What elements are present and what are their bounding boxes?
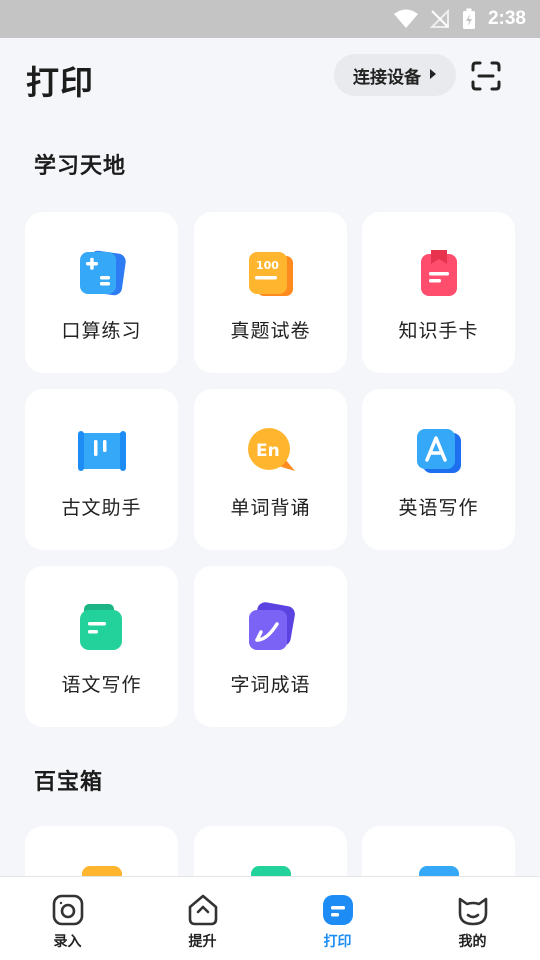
exam-paper-icon: 100 — [245, 248, 297, 300]
camera-icon — [52, 894, 83, 926]
tool-card-chinese-writing[interactable]: 语文写作 — [25, 566, 178, 727]
nav-label: 提升 — [188, 934, 217, 950]
tool-label: 口算练习 — [61, 320, 142, 342]
nav-item-input[interactable]: 录入 — [0, 877, 135, 960]
scan-button[interactable] — [468, 58, 504, 94]
status-time: 2:38 — [487, 8, 526, 29]
tool-label: 古文助手 — [61, 497, 142, 519]
calc-icon — [76, 248, 128, 300]
tool-label: 字词成语 — [230, 674, 311, 696]
tool-card-word-memorize[interactable]: En 单词背诵 — [194, 389, 347, 550]
bottom-nav: 录入 提升 打印 我的 — [0, 876, 540, 960]
tool-card-calc[interactable]: 口算练习 — [25, 212, 178, 373]
no-signal-icon — [429, 9, 450, 29]
tool-card-idiom[interactable]: 字词成语 — [194, 566, 347, 727]
wifi-icon — [393, 9, 418, 29]
print-icon — [322, 895, 353, 925]
flashcard-icon — [413, 248, 465, 300]
english-word-icon: En — [245, 425, 297, 477]
tool-card-exam-paper[interactable]: 100 真题试卷 — [194, 212, 347, 373]
english-writing-icon — [413, 425, 465, 477]
svg-text:En: En — [256, 441, 280, 461]
tool-card-classical-chinese[interactable]: 古文助手 — [25, 389, 178, 550]
nav-item-print[interactable]: 打印 — [270, 877, 405, 960]
chinese-writing-icon — [76, 602, 128, 654]
nav-label: 我的 — [458, 934, 487, 950]
tool-card-english-writing[interactable]: 英语写作 — [362, 389, 515, 550]
tool-card-flashcard[interactable]: 知识手卡 — [362, 212, 515, 373]
status-bar: 2:38 — [0, 0, 540, 38]
tool-label: 真题试卷 — [230, 320, 311, 342]
improve-icon — [188, 894, 217, 926]
page-title: 打印 — [26, 63, 94, 102]
triangle-right-icon — [429, 65, 437, 85]
nav-item-improve[interactable]: 提升 — [135, 877, 270, 960]
scan-icon — [471, 61, 501, 91]
nav-item-mine[interactable]: 我的 — [405, 877, 540, 960]
nav-label: 录入 — [53, 934, 82, 950]
tool-label: 英语写作 — [398, 497, 479, 519]
idiom-icon — [245, 602, 297, 654]
svg-text:100: 100 — [256, 259, 279, 272]
cat-face-icon — [458, 897, 487, 926]
section-title-learning: 学习天地 — [34, 154, 127, 179]
header: 打印 连接设备 — [0, 38, 540, 112]
connect-device-label: 连接设备 — [353, 67, 421, 88]
tool-label: 语文写作 — [61, 674, 142, 696]
scroll-icon — [76, 425, 128, 477]
tool-label: 知识手卡 — [398, 320, 479, 342]
section-title-toolbox: 百宝箱 — [34, 770, 104, 795]
nav-label: 打印 — [323, 934, 352, 950]
battery-charging-icon — [462, 8, 476, 30]
connect-device-button[interactable]: 连接设备 — [334, 54, 456, 96]
tool-label: 单词背诵 — [230, 497, 311, 519]
